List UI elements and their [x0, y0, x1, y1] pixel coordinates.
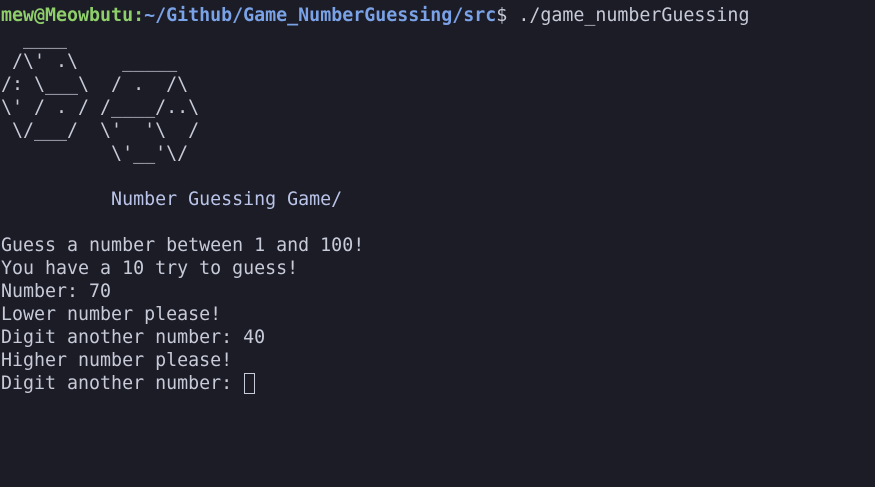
ascii-art-line: /: \___\ / . /\: [1, 74, 189, 95]
prompt-separator: :: [133, 5, 145, 26]
text-cursor[interactable]: [244, 373, 256, 394]
ascii-art-line: \'__'\/: [1, 143, 189, 164]
output-line: Higher number please!: [1, 350, 233, 371]
ascii-art-line: /\' .\ _____: [1, 51, 178, 72]
ascii-art-line: \/___/ \' '\ /: [1, 120, 200, 141]
output-line: Guess a number between 1 and 100!: [1, 235, 365, 256]
output-line: Number: 70: [1, 281, 112, 302]
ascii-art-line: \' / . / /____/..\: [1, 97, 200, 118]
input-prompt-label: Digit another number:: [1, 373, 244, 394]
ascii-dice-art: ____ /\' .\ _____ /: \___\ / . /\ \' / .…: [1, 27, 875, 165]
input-line[interactable]: Digit another number:: [1, 372, 875, 395]
output-line: Lower number please!: [1, 304, 222, 325]
shell-prompt-line: mew@Meowbutu:~/Github/Game_NumberGuessin…: [1, 4, 875, 27]
game-title: Number Guessing Game/: [1, 189, 343, 210]
ascii-art-line: ____: [1, 28, 68, 49]
terminal-window[interactable]: mew@Meowbutu:~/Github/Game_NumberGuessin…: [0, 0, 875, 487]
output-line: Digit another number: 40: [1, 327, 266, 348]
output-line: You have a 10 try to guess!: [1, 258, 299, 279]
prompt-command: ./game_numberGuessing: [507, 5, 750, 26]
prompt-path: ~/Github/Game_NumberGuessing/src: [144, 5, 497, 26]
prompt-symbol: $: [496, 5, 508, 26]
prompt-user-host: mew@Meowbutu: [1, 5, 134, 26]
game-output: Guess a number between 1 and 100! You ha…: [1, 234, 875, 372]
